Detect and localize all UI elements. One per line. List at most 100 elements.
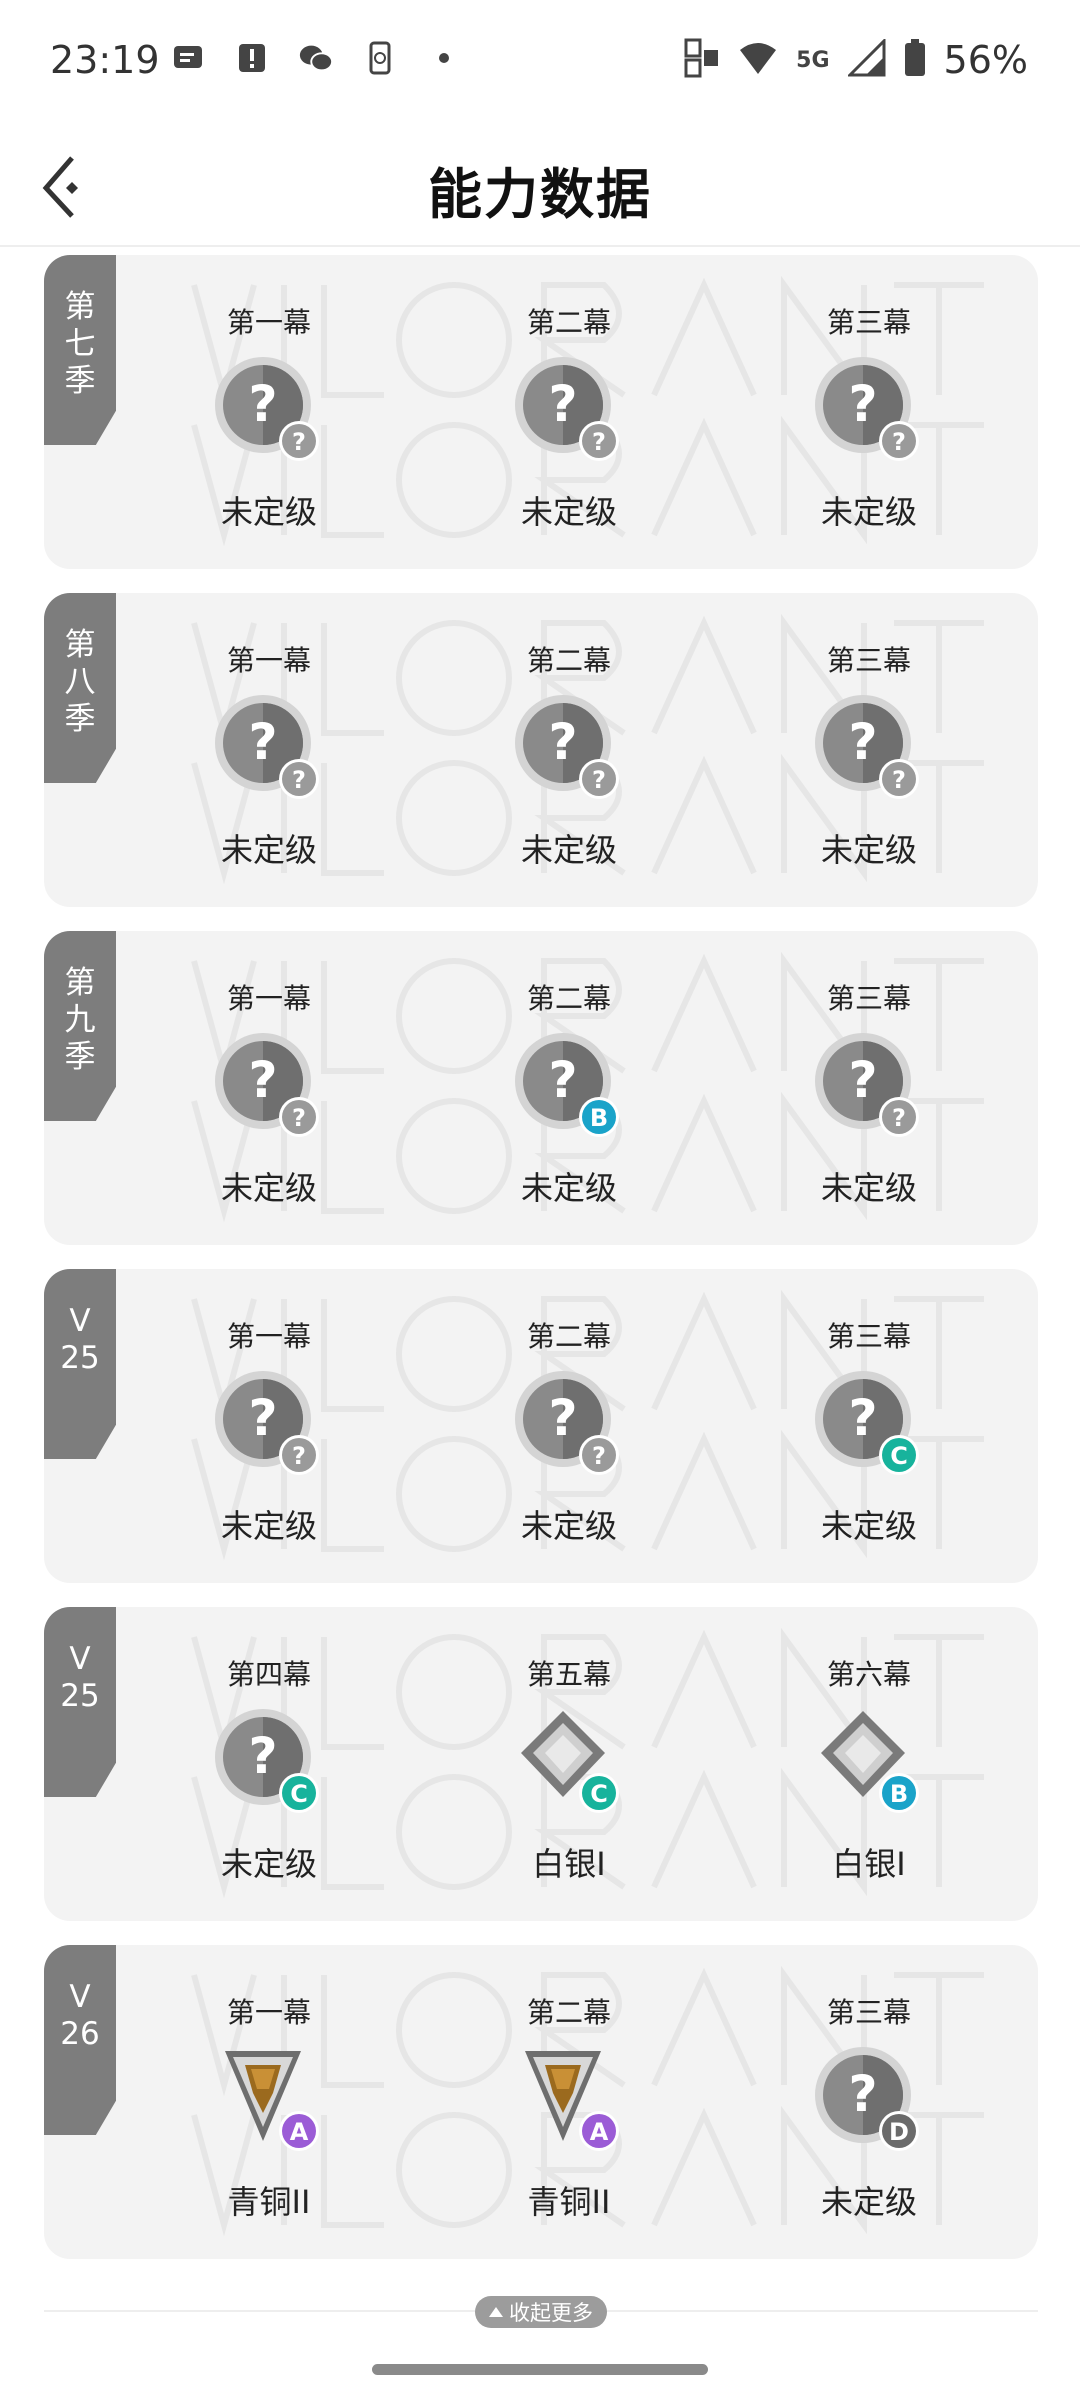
svg-text:B: B [590, 1104, 608, 1132]
svg-text:?: ? [292, 1104, 306, 1132]
season-tag: 第七季 [44, 255, 116, 445]
unranked-rank-icon: ?? [511, 1367, 627, 1483]
svg-text:?: ? [548, 1389, 577, 1447]
home-indicator[interactable] [372, 2364, 708, 2375]
act-title: 第二幕 [526, 306, 611, 339]
act-title: 第一幕 [226, 982, 311, 1015]
svg-text:?: ? [548, 713, 577, 771]
rank-label: 未定级 [220, 493, 317, 531]
svg-text:B: B [890, 1780, 908, 1808]
act-item[interactable]: 第三幕? C 未定级 [769, 1269, 969, 1583]
svg-text:C: C [590, 1780, 608, 1808]
svg-text:?: ? [248, 375, 277, 433]
act-item[interactable]: 第三幕?? 未定级 [769, 931, 969, 1245]
season-card: V25 第四幕? C 未定级 第五幕 C 白银I 第六幕 B 白银I [44, 1607, 1038, 1921]
caret-up-icon [489, 2307, 503, 2317]
season-card: 第八季 第一幕?? 未定级 第二幕?? 未定级 第三幕?? 未定级 [44, 593, 1038, 907]
act-item[interactable]: 第二幕 A 青铜II [469, 1945, 669, 2259]
rank-label: 未定级 [220, 1169, 317, 1207]
svg-text:?: ? [548, 1051, 577, 1109]
svg-text:?: ? [248, 1727, 277, 1785]
svg-text:?: ? [248, 713, 277, 771]
dot-icon [426, 40, 462, 76]
svg-text:?: ? [848, 713, 877, 771]
act-title: 第六幕 [826, 1658, 911, 1691]
season-tag: V25 [44, 1607, 116, 1797]
page-title: 能力数据 [428, 163, 652, 226]
unranked-rank-icon: ?? [211, 691, 327, 807]
alert-icon [234, 40, 270, 76]
svg-text:A: A [590, 2118, 609, 2146]
svg-text:?: ? [592, 766, 606, 794]
act-item[interactable]: 第一幕?? 未定级 [169, 1269, 369, 1583]
bronze-rank-icon: A [511, 2043, 627, 2159]
season-tag-label: 第七季 [64, 289, 96, 399]
act-title: 第三幕 [826, 1320, 911, 1353]
page-header: 能力数据 [0, 130, 1080, 247]
unranked-rank-icon: ?? [211, 1367, 327, 1483]
act-title: 第三幕 [826, 1996, 911, 2029]
rank-label: 白银I [832, 1845, 906, 1883]
season-tag: 第八季 [44, 593, 116, 783]
act-item[interactable]: 第五幕 C 白银I [469, 1607, 669, 1921]
svg-text:A: A [290, 2118, 309, 2146]
wifi-icon [738, 40, 778, 80]
rank-label: 青铜II [527, 2183, 611, 2221]
silver-rank-icon: B [811, 1705, 927, 1821]
unranked-rank-icon: ? D [811, 2043, 927, 2159]
hd-icon [684, 38, 720, 82]
unranked-rank-icon: ?? [811, 353, 927, 469]
collapse-button[interactable]: 收起更多 [475, 2296, 607, 2328]
silver-rank-icon: C [511, 1705, 627, 1821]
season-card: V26 第一幕 A 青铜II 第二幕 A 青铜II 第三幕? D 未定级 [44, 1945, 1038, 2259]
notification-icons [170, 40, 462, 76]
svg-text:?: ? [848, 1389, 877, 1447]
act-item[interactable]: 第二幕?? 未定级 [469, 1269, 669, 1583]
bronze-rank-icon: A [211, 2043, 327, 2159]
rank-label: 未定级 [220, 1507, 317, 1545]
act-item[interactable]: 第三幕?? 未定级 [769, 255, 969, 569]
svg-text:C: C [290, 1780, 308, 1808]
status-time: 23:19 [50, 38, 160, 82]
svg-text:?: ? [892, 428, 906, 456]
act-item[interactable]: 第一幕 A 青铜II [169, 1945, 369, 2259]
unranked-rank-icon: ?? [211, 1029, 327, 1145]
rank-label: 未定级 [520, 1507, 617, 1545]
rank-label: 未定级 [820, 1169, 917, 1207]
act-item[interactable]: 第三幕?? 未定级 [769, 593, 969, 907]
message-icon [170, 40, 206, 76]
rank-label: 未定级 [520, 831, 617, 869]
unranked-rank-icon: ? C [811, 1367, 927, 1483]
unranked-rank-icon: ?? [811, 691, 927, 807]
network-label: 5G [796, 47, 830, 73]
act-title: 第二幕 [526, 644, 611, 677]
act-title: 第二幕 [526, 1996, 611, 2029]
act-item[interactable]: 第三幕 ? D 未定级 [769, 1945, 969, 2259]
act-title: 第三幕 [826, 306, 911, 339]
act-title: 第一幕 [226, 1320, 311, 1353]
wechat-icon [298, 40, 334, 76]
rank-label: 未定级 [820, 493, 917, 531]
act-item[interactable]: 第一幕?? 未定级 [169, 255, 369, 569]
rank-label: 青铜II [227, 2183, 311, 2221]
svg-text:?: ? [848, 375, 877, 433]
act-item[interactable]: 第一幕?? 未定级 [169, 931, 369, 1245]
act-title: 第四幕 [226, 1658, 311, 1691]
svg-text:?: ? [248, 1051, 277, 1109]
rank-label: 未定级 [220, 1845, 317, 1883]
act-title: 第三幕 [826, 982, 911, 1015]
act-item[interactable]: 第二幕? B 未定级 [469, 931, 669, 1245]
unranked-rank-icon: ?? [511, 691, 627, 807]
act-item[interactable]: 第六幕 B 白银I [769, 1607, 969, 1921]
phone-sync-icon [362, 40, 398, 76]
act-item[interactable]: 第二幕?? 未定级 [469, 593, 669, 907]
season-tag: V26 [44, 1945, 116, 2135]
battery-percent: 56% [943, 38, 1028, 82]
rank-label: 未定级 [820, 2183, 917, 2221]
act-title: 第二幕 [526, 982, 611, 1015]
act-item[interactable]: 第一幕?? 未定级 [169, 593, 369, 907]
act-item[interactable]: 第二幕?? 未定级 [469, 255, 669, 569]
svg-text:?: ? [292, 766, 306, 794]
act-item[interactable]: 第四幕? C 未定级 [169, 1607, 369, 1921]
svg-text:?: ? [892, 1104, 906, 1132]
